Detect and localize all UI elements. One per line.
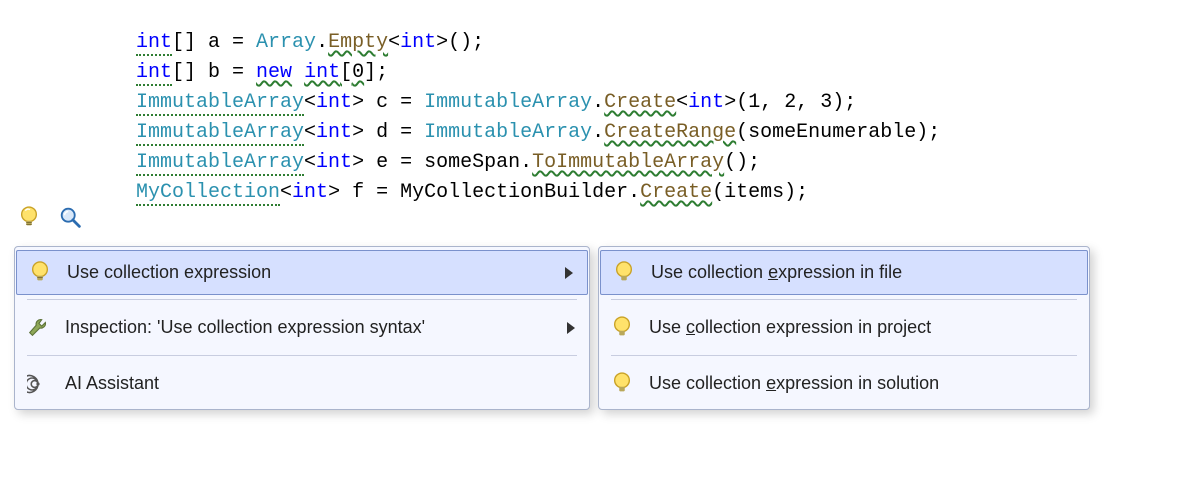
context-actions-submenu: Use collection expression in file Use co…	[598, 246, 1090, 410]
spiral-icon	[25, 371, 51, 397]
menu-item-label: Use collection expression	[67, 262, 551, 283]
lightbulb-icon[interactable]	[18, 205, 40, 238]
menu-item-label: Use collection expression in project	[649, 317, 1075, 338]
submenu-arrow-icon	[567, 322, 575, 334]
submenu-item-in-project[interactable]: Use collection expression in project	[599, 304, 1089, 351]
submenu-item-in-file[interactable]: Use collection expression in file	[600, 250, 1088, 295]
menu-item-inspection[interactable]: Inspection: 'Use collection expression s…	[15, 304, 589, 351]
menu-separator	[27, 355, 577, 356]
code-line: MyCollection<int> f = MyCollectionBuilde…	[136, 178, 1200, 208]
menu-item-ai-assistant[interactable]: AI Assistant	[15, 360, 589, 407]
menu-item-label: Use collection expression in file	[651, 262, 1073, 283]
menu-item-label: Use collection expression in solution	[649, 373, 1075, 394]
menu-item-label: Inspection: 'Use collection expression s…	[65, 317, 553, 338]
lightbulb-icon	[609, 315, 635, 341]
gutter-action-icons	[18, 205, 84, 238]
menu-separator	[27, 299, 577, 300]
menu-item-use-collection-expression[interactable]: Use collection expression	[16, 250, 588, 295]
inspect-lens-icon[interactable]	[58, 205, 84, 238]
code-line: ImmutableArray<int> c = ImmutableArray.C…	[136, 88, 1200, 118]
context-actions-popup: Use collection expression Inspection: 'U…	[14, 246, 590, 410]
code-line: ImmutableArray<int> e = someSpan.ToImmut…	[136, 148, 1200, 178]
code-line: ImmutableArray<int> d = ImmutableArray.C…	[136, 118, 1200, 148]
lightbulb-icon	[609, 371, 635, 397]
lightbulb-icon	[611, 260, 637, 286]
wrench-icon	[25, 315, 51, 341]
menu-separator	[611, 299, 1077, 300]
submenu-arrow-icon	[565, 267, 573, 279]
lightbulb-icon	[27, 260, 53, 286]
menu-separator	[611, 355, 1077, 356]
submenu-item-in-solution[interactable]: Use collection expression in solution	[599, 360, 1089, 407]
menu-item-label: AI Assistant	[65, 373, 575, 394]
code-line: int[] b = new int[0];	[136, 58, 1200, 88]
code-line: int[] a = Array.Empty<int>();	[136, 28, 1200, 58]
code-editor[interactable]: int[] a = Array.Empty<int>(); int[] b = …	[0, 0, 1200, 208]
